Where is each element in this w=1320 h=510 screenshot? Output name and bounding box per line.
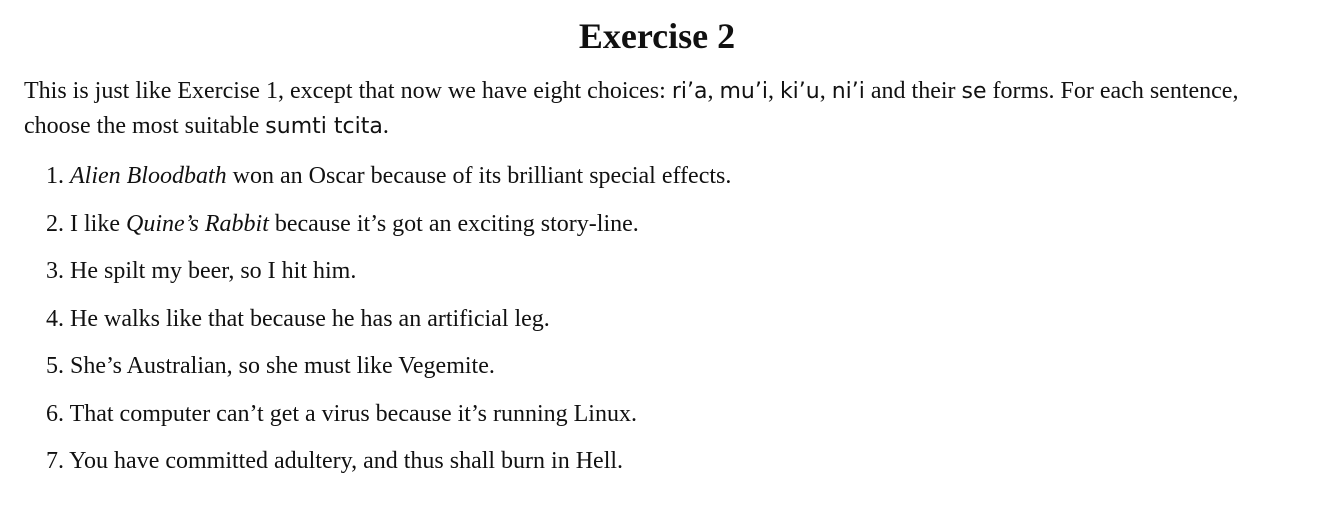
item-text: She’s Australian, so she must like Vegem… xyxy=(64,353,495,379)
item-text: won an Oscar because of its brilliant sp… xyxy=(226,163,732,189)
choice-ria: ri’a xyxy=(671,79,708,104)
separator: , xyxy=(707,78,720,104)
list-item: 6. That computer can’t get a virus becau… xyxy=(46,398,1290,431)
sumti-tcita-term: sumti tcita xyxy=(265,114,383,139)
item-number: 2. xyxy=(46,210,64,237)
intro-text: . xyxy=(382,113,389,139)
separator: , xyxy=(767,78,780,104)
item-number: 3. xyxy=(46,258,64,284)
list-item: 4. He walks like that because he has an … xyxy=(46,303,1290,336)
intro-text: This is just like Exercise 1, except tha… xyxy=(24,78,672,104)
choice-kiu: ki’u xyxy=(779,79,820,104)
item-number: 5. xyxy=(46,353,64,379)
item-text: He spilt my beer, so I hit him. xyxy=(64,258,357,284)
item-number: 1. xyxy=(46,163,64,189)
separator: , xyxy=(819,78,832,104)
item-text: He walks like that because he has an art… xyxy=(64,305,550,332)
se-forms-term: se xyxy=(961,79,987,104)
choice-nii: ni’i xyxy=(831,79,865,104)
list-item: 7. You have committed adultery, and thus… xyxy=(46,445,1290,478)
choice-mui: mu’i xyxy=(719,79,768,104)
item-emphasis: Alien Bloodbath xyxy=(70,163,227,189)
item-text: I like xyxy=(64,210,126,237)
document-page: Exercise 2 This is just like Exercise 1,… xyxy=(0,0,1320,510)
intro-text: and their xyxy=(864,78,962,104)
list-item: 5. She’s Australian, so she must like Ve… xyxy=(46,350,1290,383)
list-item: 1. Alien Bloodbath won an Oscar because … xyxy=(46,160,1290,193)
intro-paragraph: This is just like Exercise 1, except tha… xyxy=(24,74,1290,144)
item-emphasis: Quine’s Rabbit xyxy=(125,210,269,237)
item-text: You have committed adultery, and thus sh… xyxy=(64,448,624,474)
item-text: That computer can’t get a virus because … xyxy=(64,400,637,427)
exercise-list: 1. Alien Bloodbath won an Oscar because … xyxy=(24,160,1290,478)
item-number: 7. xyxy=(46,448,64,474)
item-number: 4. xyxy=(46,305,64,332)
item-text: because it’s got an exciting story-line. xyxy=(268,210,639,237)
list-item: 3. He spilt my beer, so I hit him. xyxy=(46,255,1290,288)
list-item: 2. I like Quine’s Rabbit because it’s go… xyxy=(46,208,1290,241)
item-number: 6. xyxy=(46,400,64,427)
exercise-title: Exercise 2 xyxy=(578,16,736,56)
